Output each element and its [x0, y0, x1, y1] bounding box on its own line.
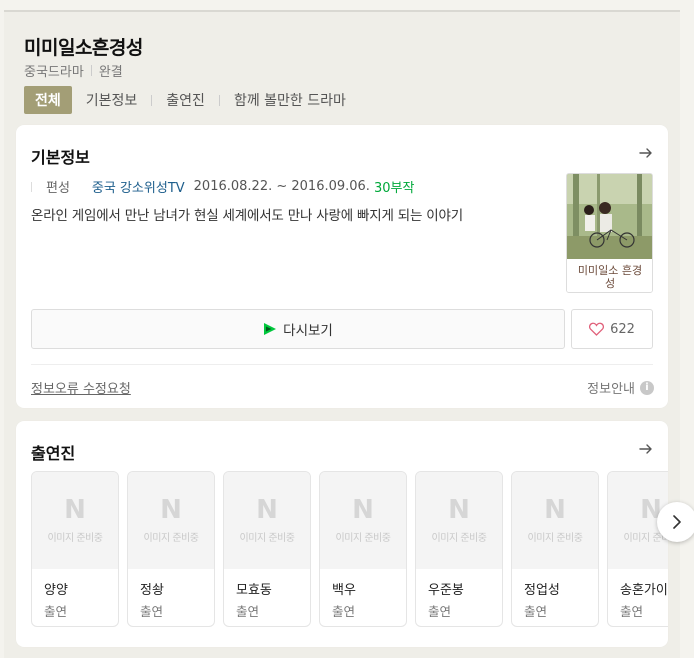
genre-label: 중국드라마: [24, 65, 84, 80]
cast-name: 양양: [44, 583, 68, 598]
cast-name: 정업성: [524, 583, 560, 598]
placeholder-text: 이미지 준비중: [335, 533, 391, 544]
cast-card-item[interactable]: N 이미지 준비중양양출연: [31, 471, 119, 627]
placeholder-logo: N: [352, 495, 374, 525]
play-icon: [264, 323, 277, 335]
page-title: 미미일소흔경성: [24, 37, 143, 59]
placeholder-text: 이미지 준비중: [47, 533, 103, 544]
cast-title: 출연진: [31, 444, 76, 463]
info-bullet: [31, 181, 32, 192]
cast-card-item[interactable]: N 이미지 준비중모효동출연: [223, 471, 311, 627]
info-guide-button[interactable]: 정보안내 i: [587, 378, 654, 397]
next-button[interactable]: [657, 502, 694, 542]
air-dates: 2016.08.22. ~ 2016.09.06.: [193, 179, 370, 194]
subtitle: 중국드라마 완결: [24, 61, 123, 80]
subtitle-divider: [90, 65, 92, 76]
tab-all[interactable]: 전체: [24, 86, 72, 114]
cast-name: 우준봉: [428, 583, 464, 598]
placeholder-text: 이미지 준비중: [143, 533, 199, 544]
placeholder-logo: N: [64, 495, 86, 525]
report-error-link[interactable]: 정보오류 수정요청: [31, 378, 131, 397]
watch-label: 다시보기: [283, 323, 333, 339]
like-count: 622: [610, 321, 635, 337]
cast-card-item[interactable]: N이미지 준비중송혼가이출연: [607, 471, 668, 627]
cast-card-item[interactable]: N 이미지 준비중정업성출연: [511, 471, 599, 627]
cast-photo-placeholder: N 이미지 준비중: [416, 472, 502, 569]
cast-photo-placeholder: N 이미지 준비중: [320, 472, 406, 569]
cast-photo-placeholder: N 이미지 준비중: [128, 472, 214, 569]
tab-divider: [218, 94, 220, 106]
tab-bar: 전체 기본정보 출연진 함께 볼만한 드라마: [24, 86, 346, 114]
poster-title: 미미일소 흔경성: [577, 264, 643, 290]
header: 미미일소흔경성: [24, 33, 143, 60]
cast-name: 모효동: [236, 583, 272, 598]
heart-icon: [589, 322, 605, 336]
cast-photo-placeholder: N 이미지 준비중: [32, 472, 118, 569]
cast-name: 정솽: [140, 583, 164, 598]
like-button[interactable]: 622: [571, 309, 653, 349]
watch-button[interactable]: 다시보기: [31, 309, 565, 349]
broadcast-info: 편성 중국 강소위성TV 2016.08.22. ~ 2016.09.06. 3…: [31, 177, 414, 196]
placeholder-text: 이미지 준비중: [239, 533, 295, 544]
cast-card-item[interactable]: N 이미지 준비중정솽출연: [127, 471, 215, 627]
cast-role: 출연: [428, 604, 452, 619]
placeholder-text: 이미지 준비중: [527, 533, 583, 544]
cast-photo-placeholder: N 이미지 준비중: [512, 472, 598, 569]
cast-role: 출연: [44, 604, 68, 619]
cast-role: 출연: [620, 604, 644, 619]
tab-basic-info[interactable]: 기본정보: [86, 90, 138, 110]
basic-info-card: 기본정보 편성 중국 강소위성TV 2016.08.22. ~ 2016.09.…: [16, 125, 668, 408]
chevron-right-icon: [673, 515, 681, 529]
placeholder-logo: N: [256, 495, 278, 525]
info-guide-label: 정보안내: [587, 382, 635, 397]
cast-card-item[interactable]: N 이미지 준비중우준봉출연: [415, 471, 503, 627]
placeholder-logo: N: [544, 495, 566, 525]
basic-info-title: 기본정보: [31, 148, 90, 167]
placeholder-logo: N: [448, 495, 470, 525]
section-divider: [31, 364, 653, 365]
cast-card-item[interactable]: N 이미지 준비중백우출연: [319, 471, 407, 627]
placeholder-text: 이미지 준비중: [431, 533, 487, 544]
tab-related-dramas[interactable]: 함께 볼만한 드라마: [234, 90, 346, 110]
arrow-right-icon[interactable]: [638, 145, 654, 161]
cast-name: 백우: [332, 583, 356, 598]
cast-role: 출연: [524, 604, 548, 619]
synopsis: 온라인 게임에서 만난 남녀가 현실 세계에서도 만나 사랑에 빠지게 되는 이…: [31, 208, 463, 224]
placeholder-logo: N: [160, 495, 182, 525]
cast-card: 출연진 N 이미지 준비중양양출연 N 이미지 준비중정솽출연 N 이미지 준비중모효동출…: [16, 421, 668, 647]
episode-count: 30부작: [373, 181, 415, 196]
tab-cast[interactable]: 출연진: [166, 90, 205, 110]
tab-divider: [151, 94, 153, 106]
cast-role: 출연: [332, 604, 356, 619]
cast-role: 출연: [236, 604, 260, 619]
broadcast-label: 편성: [46, 181, 70, 196]
channel-link[interactable]: 중국 강소위성TV: [92, 177, 185, 196]
cast-role: 출연: [140, 604, 164, 619]
cast-list: N 이미지 준비중양양출연 N 이미지 준비중정솽출연 N 이미지 준비중모효동출연 N 이미…: [31, 471, 668, 629]
poster-image[interactable]: 미미일소 흔경성: [566, 173, 653, 293]
info-icon: i: [640, 380, 654, 395]
cast-photo-placeholder: N 이미지 준비중: [224, 472, 310, 569]
arrow-right-icon[interactable]: [638, 441, 654, 457]
status-label: 완결: [98, 65, 123, 80]
cast-name: 송혼가이: [620, 583, 668, 598]
